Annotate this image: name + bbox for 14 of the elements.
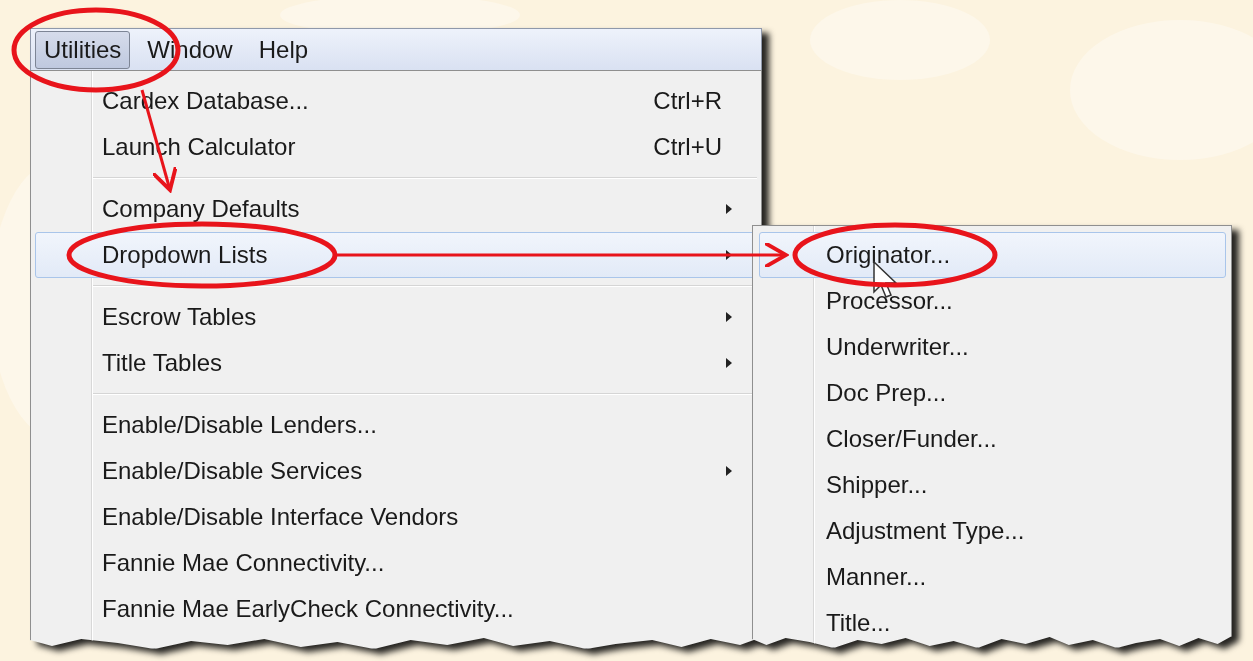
menu-item[interactable]: Processor... <box>759 278 1226 324</box>
menu-item[interactable]: Closer/Funder... <box>759 416 1226 462</box>
shortcut-label: Ctrl+R <box>653 87 722 115</box>
shortcut-label: Ctrl+U <box>653 133 722 161</box>
menu-item[interactable]: Shipper... <box>759 462 1226 508</box>
menu-item[interactable]: Title... <box>759 600 1226 646</box>
menu-item[interactable]: Company Defaults <box>35 186 757 232</box>
menu-item[interactable]: Adjustment Type... <box>759 508 1226 554</box>
menu-item[interactable]: Doc Prep... <box>759 370 1226 416</box>
menu-item[interactable]: Underwriter... <box>759 324 1226 370</box>
menu-item[interactable]: Originator... <box>759 232 1226 278</box>
menu-item[interactable]: Manner... <box>759 554 1226 600</box>
menu-bar-item[interactable]: Utilities <box>35 30 131 69</box>
menu-bar-item[interactable]: Help <box>249 30 318 69</box>
